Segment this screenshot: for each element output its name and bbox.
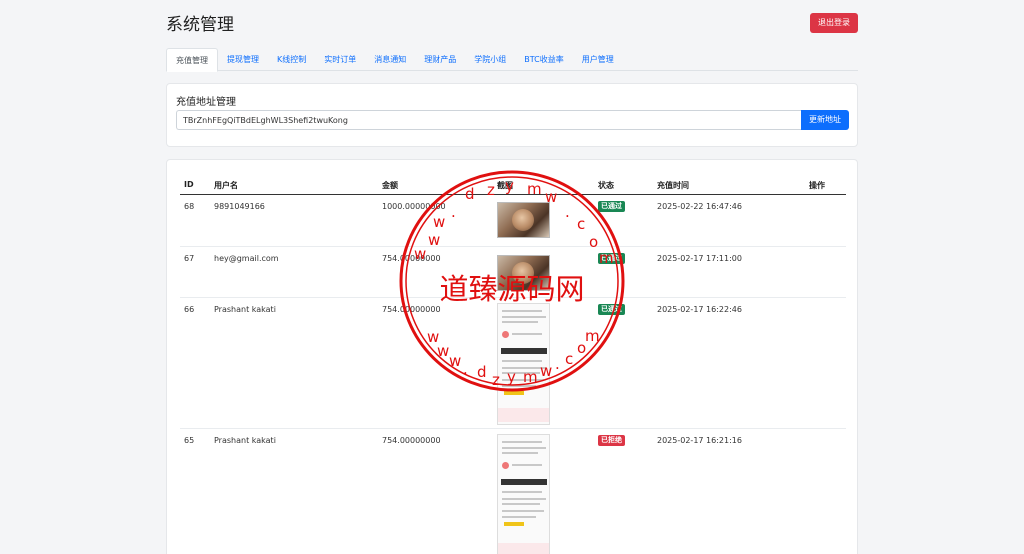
screenshot-thumbnail[interactable] xyxy=(497,434,550,554)
row-amount: 754.00000000 xyxy=(382,254,441,263)
recharge-table-card: ID 用户名 金额 截图 状态 充值时间 操作 68 9891049166 10… xyxy=(166,159,858,554)
row-username: Prashant kakati xyxy=(214,436,276,445)
row-time: 2025-02-17 17:11:00 xyxy=(657,254,742,263)
col-username: 用户名 xyxy=(214,181,238,190)
col-actions: 操作 xyxy=(809,181,825,190)
tab-btc-yield[interactable]: BTC收益率 xyxy=(515,48,573,71)
address-input[interactable] xyxy=(176,110,802,130)
col-status: 状态 xyxy=(598,181,614,190)
tab-recharge[interactable]: 充值管理 xyxy=(166,48,218,72)
row-amount: 754.00000000 xyxy=(382,436,441,445)
tab-messages[interactable]: 消息通知 xyxy=(365,48,415,71)
table-row: 66 Prashant kakati 754.00000000 已通过 2025… xyxy=(180,298,846,429)
row-username: 9891049166 xyxy=(214,202,265,211)
status-badge: 已通过 xyxy=(598,253,625,264)
row-id: 68 xyxy=(184,202,195,211)
row-time: 2025-02-17 16:21:16 xyxy=(657,436,742,445)
screenshot-thumbnail[interactable] xyxy=(497,303,550,425)
row-time: 2025-02-22 16:47:46 xyxy=(657,202,742,211)
page-title: 系统管理 xyxy=(166,15,234,35)
update-address-button[interactable]: 更新地址 xyxy=(801,110,849,130)
tab-users[interactable]: 用户管理 xyxy=(573,48,623,71)
tab-kline[interactable]: K线控制 xyxy=(268,48,315,71)
row-time: 2025-02-17 16:22:46 xyxy=(657,305,742,314)
row-username: Prashant kakati xyxy=(214,305,276,314)
row-amount: 1000.00000000 xyxy=(382,202,446,211)
tab-academy[interactable]: 学院小组 xyxy=(465,48,515,71)
row-username: hey@gmail.com xyxy=(214,254,279,263)
address-card-title: 充值地址管理 xyxy=(176,97,236,108)
status-badge: 已通过 xyxy=(598,304,625,315)
col-amount: 金额 xyxy=(382,181,398,190)
status-badge: 已拒绝 xyxy=(598,435,625,446)
address-card: 充值地址管理 更新地址 xyxy=(166,83,858,147)
table-row: 68 9891049166 1000.00000000 已通过 2025-02-… xyxy=(180,195,846,247)
row-amount: 754.00000000 xyxy=(382,305,441,314)
col-time: 充值时间 xyxy=(657,181,689,190)
screenshot-thumbnail[interactable] xyxy=(497,202,550,238)
nav-tabs: 充值管理 提现管理 K线控制 实时订单 消息通知 理财产品 学院小组 BTC收益… xyxy=(166,48,858,72)
table-row: 67 hey@gmail.com 754.00000000 已通过 2025-0… xyxy=(180,247,846,298)
row-id: 67 xyxy=(184,254,195,263)
status-badge: 已通过 xyxy=(598,201,625,212)
col-screenshot: 截图 xyxy=(497,181,513,190)
row-id: 66 xyxy=(184,305,195,314)
table-row: 65 Prashant kakati 754.00000000 已拒绝 2025… xyxy=(180,429,846,554)
tab-withdraw[interactable]: 提现管理 xyxy=(218,48,268,71)
row-id: 65 xyxy=(184,436,195,445)
col-id: ID xyxy=(184,180,194,189)
logout-button[interactable]: 退出登录 xyxy=(810,13,858,33)
screenshot-thumbnail[interactable] xyxy=(497,255,550,291)
tab-orders[interactable]: 实时订单 xyxy=(315,48,365,71)
tab-finance[interactable]: 理财产品 xyxy=(415,48,465,71)
